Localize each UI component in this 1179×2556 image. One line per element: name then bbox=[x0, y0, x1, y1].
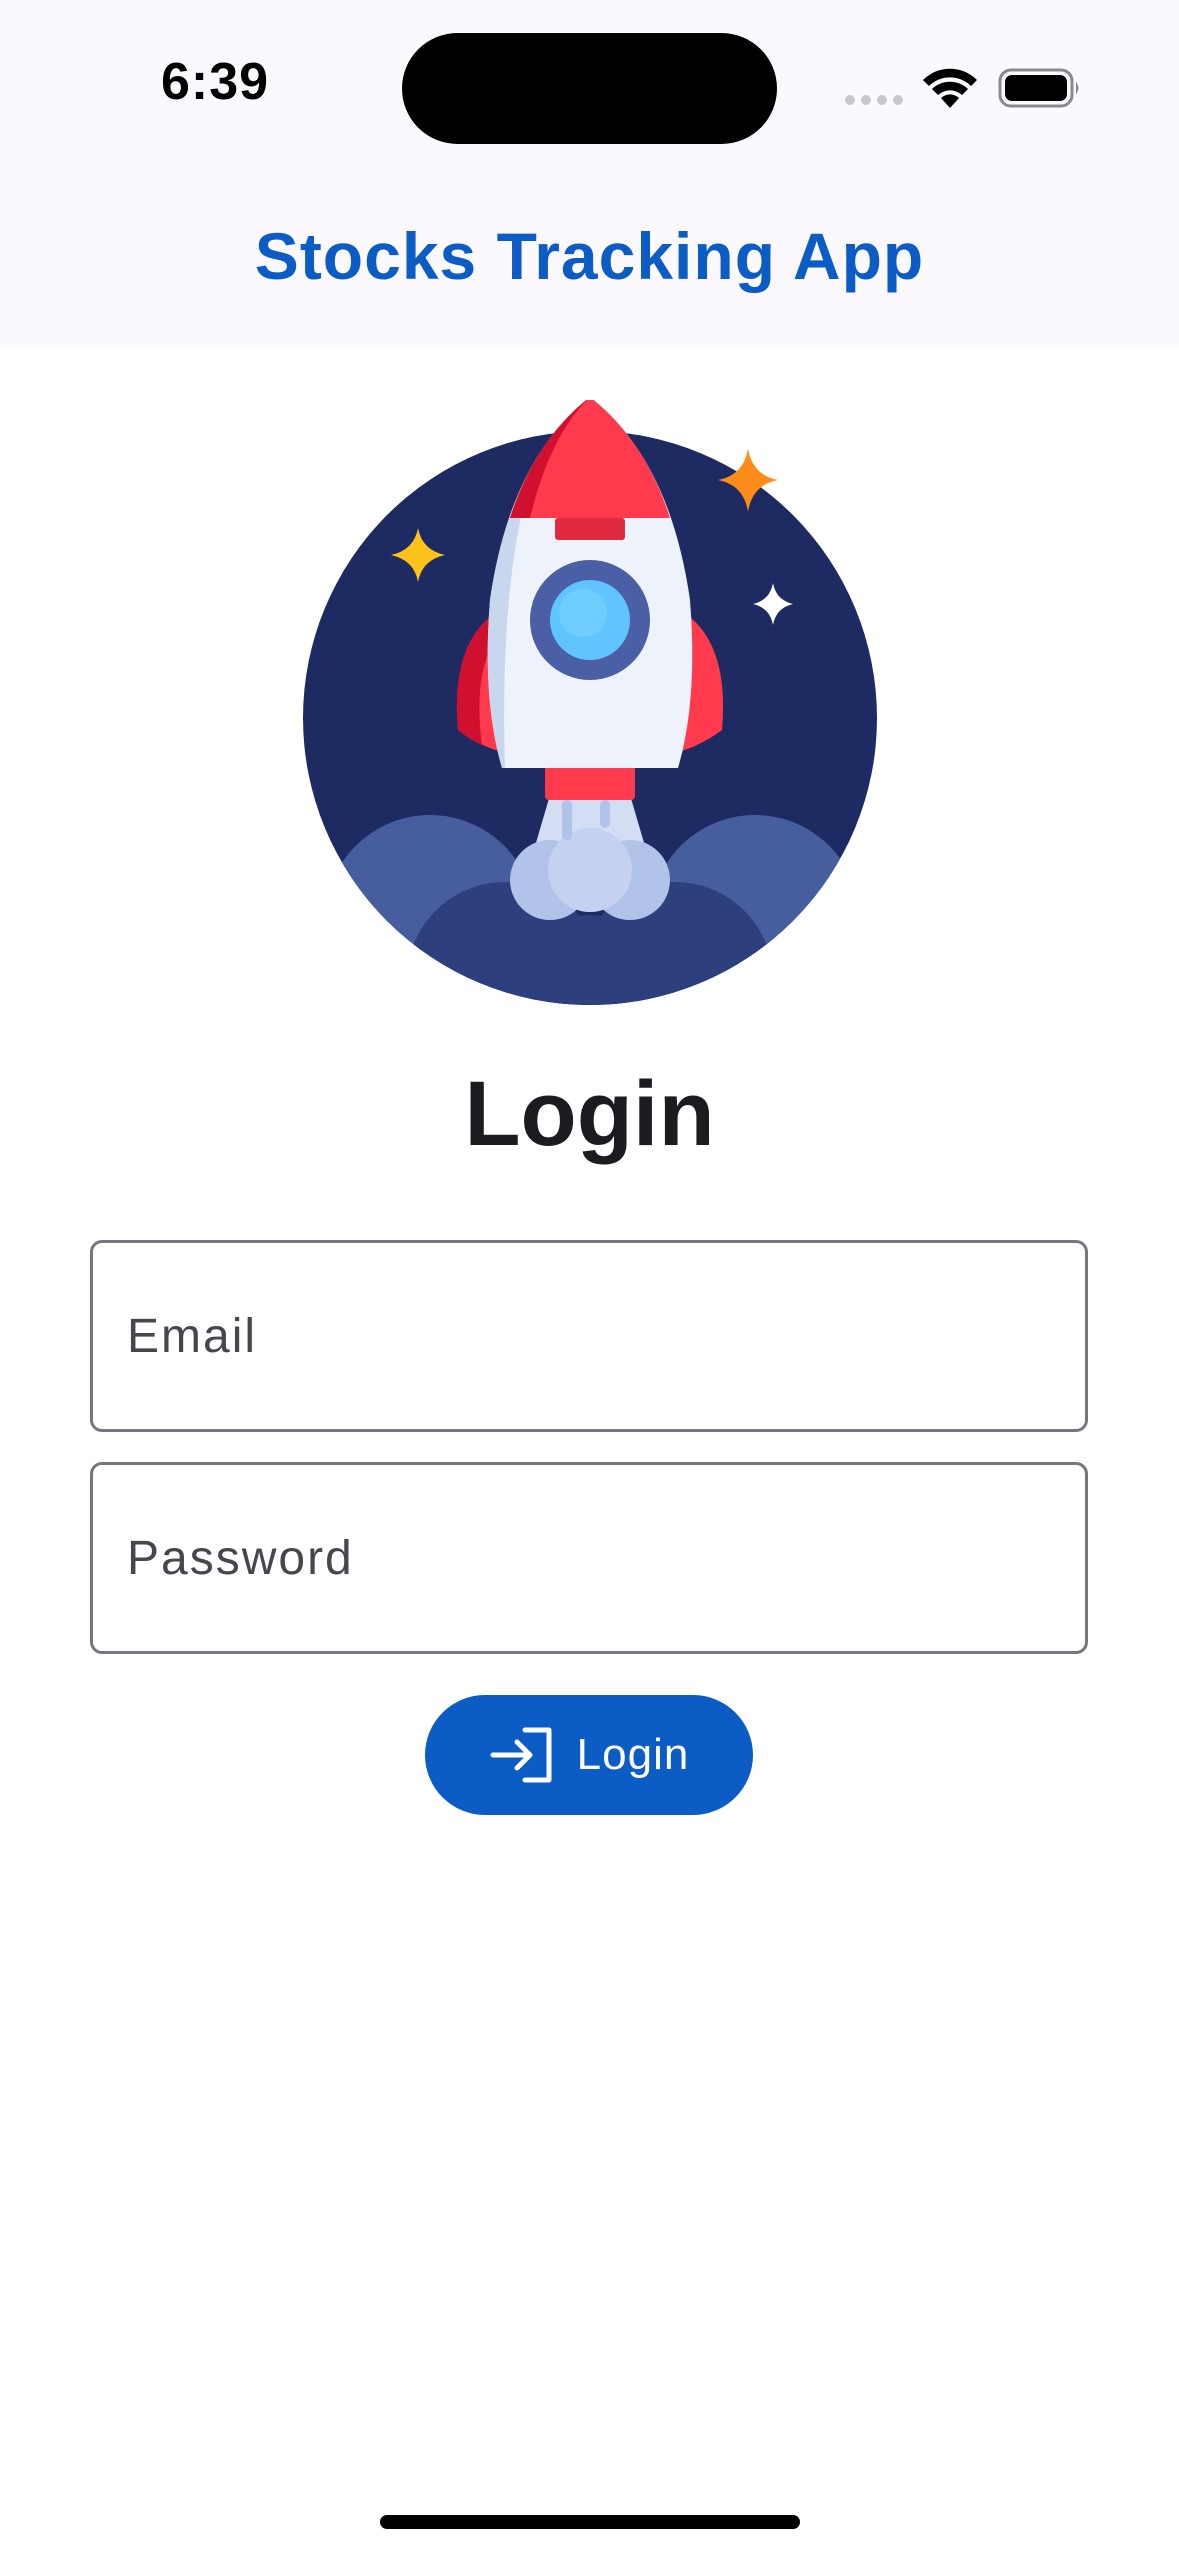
wifi-icon bbox=[923, 68, 977, 108]
dynamic-island bbox=[402, 33, 777, 144]
email-input[interactable] bbox=[127, 1243, 1047, 1429]
app-bar: 6:39 Stocks Tracking App bbox=[0, 0, 1179, 345]
battery-icon bbox=[998, 68, 1079, 108]
status-time: 6:39 bbox=[160, 53, 270, 111]
app-title: Stocks Tracking App bbox=[254, 219, 925, 293]
cellular-signal-icon bbox=[845, 95, 905, 105]
password-input[interactable] bbox=[127, 1465, 1047, 1651]
login-button-label: Login bbox=[576, 1730, 690, 1779]
login-button[interactable]: Login bbox=[425, 1695, 753, 1815]
login-heading: Login bbox=[464, 1063, 715, 1165]
login-screen: 6:39 Stocks Tracking App Login Email Log… bbox=[0, 0, 1179, 2556]
email-field[interactable] bbox=[90, 1240, 1088, 1432]
home-indicator[interactable] bbox=[380, 2515, 800, 2529]
rocket-launch-icon bbox=[303, 400, 877, 1005]
login-arrow-icon bbox=[490, 1727, 552, 1783]
password-field[interactable] bbox=[90, 1462, 1088, 1654]
